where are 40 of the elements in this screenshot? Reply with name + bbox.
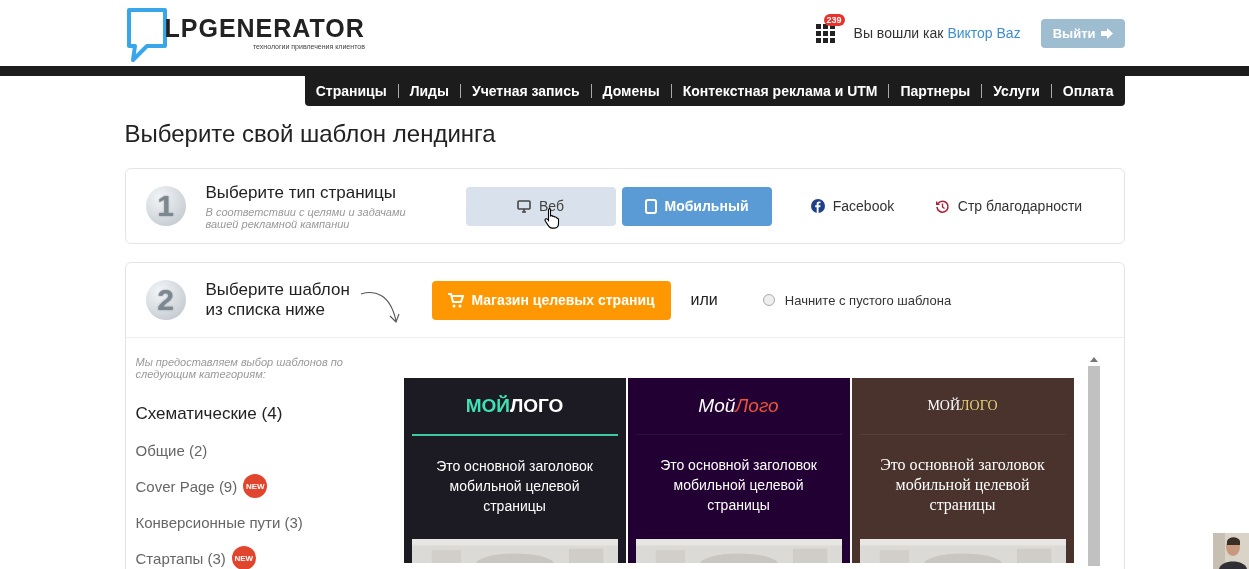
nav-link[interactable]: Оплата [1061,83,1115,99]
step-title: Выберите шаблон из списка ниже [205,280,351,320]
template-logo-word: МОЙ [465,395,510,416]
new-badge: NEW [243,474,268,498]
step-hint: В соответствии с целями и задачами вашей рекламной кампании [205,205,407,230]
nav-link[interactable]: Лиды [408,83,450,99]
nav-link[interactable]: Услуги [992,83,1041,99]
template-card[interactable]: МОЙЛОГО Это основной заголовок мобильной целевой страницы [403,378,626,563]
user-link[interactable]: Виктор Baz [947,25,1021,41]
page-title: Выберите свой шаблон лендинга [124,120,497,148]
template-headline: Это основной заголовок мобильной целевой страницы [880,455,1045,515]
or-text: или [690,291,718,309]
nav-link[interactable]: Страницы [314,83,388,99]
category-link[interactable]: Cover Page (9) [135,477,238,495]
categories-intro: Мы предоставляем выбор шаблонов по следующим категориям: [135,356,344,380]
template-logo-word: Лого [735,395,779,416]
template-logo-word: ЛОГО [509,395,564,416]
signed-in-text: Вы вошли как [853,25,944,41]
page-type-button[interactable]: Веб [465,186,616,226]
category-link[interactable]: Схематические (4) [135,404,283,424]
nav-link[interactable]: Учетная запись [470,83,581,99]
step-title: Выберите тип страницы [205,182,398,203]
template-card[interactable]: МОЙЛОГО Это основной заголовок мобильной целевой страницы [851,378,1074,563]
nav-link[interactable]: Партнеры [899,83,972,99]
template-logo-word: МОЙ [927,398,961,413]
step-number: 1 [145,186,186,226]
nav-link[interactable]: Контекстная реклама и UTM [681,83,879,99]
template-logo-word: ЛОГО [960,398,998,413]
category-link[interactable]: Общие (2) [135,441,208,459]
blank-template-option[interactable]: Начните с пустого шаблона [762,292,952,308]
template-card[interactable]: МойЛого Это основной заголовок мобильной целевой страницы [627,378,850,563]
template-headline: Это основной заголовок мобильной целевой страницы [659,456,818,515]
nav-link[interactable]: Домены [601,83,661,99]
step-number: 2 [145,280,186,320]
template-headline: Это основной заголовок мобильной целевой страницы [435,457,594,516]
notification-badge: 239 [823,14,845,26]
template-logo-word: Мой [698,395,736,416]
category-link[interactable]: Стартапы (3) [135,549,226,567]
new-badge: NEW [231,546,256,569]
category-link[interactable]: Конверсионные пути (3) [135,513,303,531]
